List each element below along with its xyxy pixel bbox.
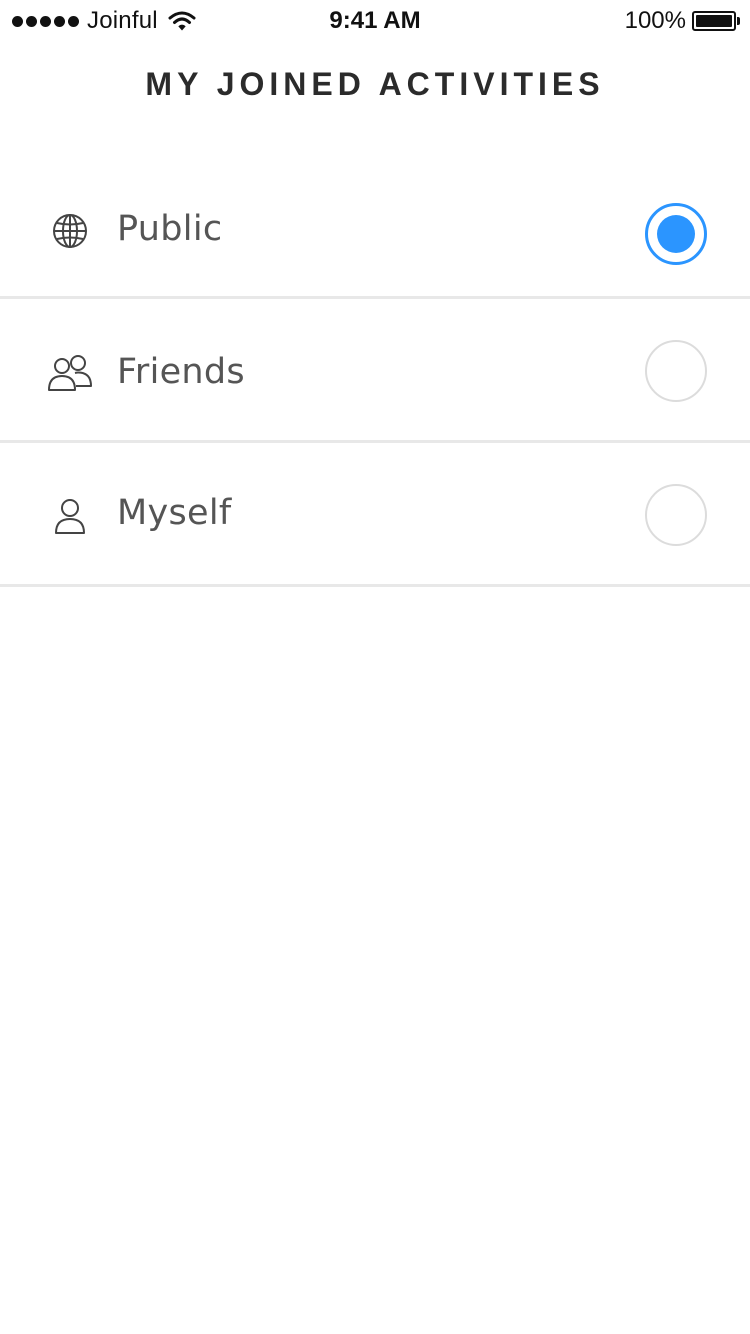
screen: Joinful 9:41 AM 100% MY JOINED ACTIVITIE…	[0, 0, 750, 1334]
option-label-public: Public	[117, 209, 223, 249]
option-public[interactable]: Public	[0, 160, 750, 299]
status-bar: Joinful 9:41 AM 100%	[0, 0, 750, 40]
option-myself[interactable]: Myself	[0, 443, 750, 587]
person-icon	[46, 492, 94, 540]
battery-percentage: 100%	[624, 7, 686, 34]
status-right: 100%	[625, 6, 740, 36]
option-label-myself: Myself	[117, 493, 232, 533]
friends-icon	[46, 350, 94, 398]
visibility-option-list: Public Friends Myself	[0, 160, 750, 587]
radio-public[interactable]	[645, 203, 707, 265]
page-title: MY JOINED ACTIVITIES	[145, 66, 605, 102]
radio-friends[interactable]	[645, 340, 707, 402]
radio-myself[interactable]	[645, 484, 707, 546]
option-label-friends: Friends	[117, 352, 245, 392]
globe-icon	[46, 207, 94, 255]
option-friends[interactable]: Friends	[0, 299, 750, 443]
battery-icon	[692, 11, 740, 31]
